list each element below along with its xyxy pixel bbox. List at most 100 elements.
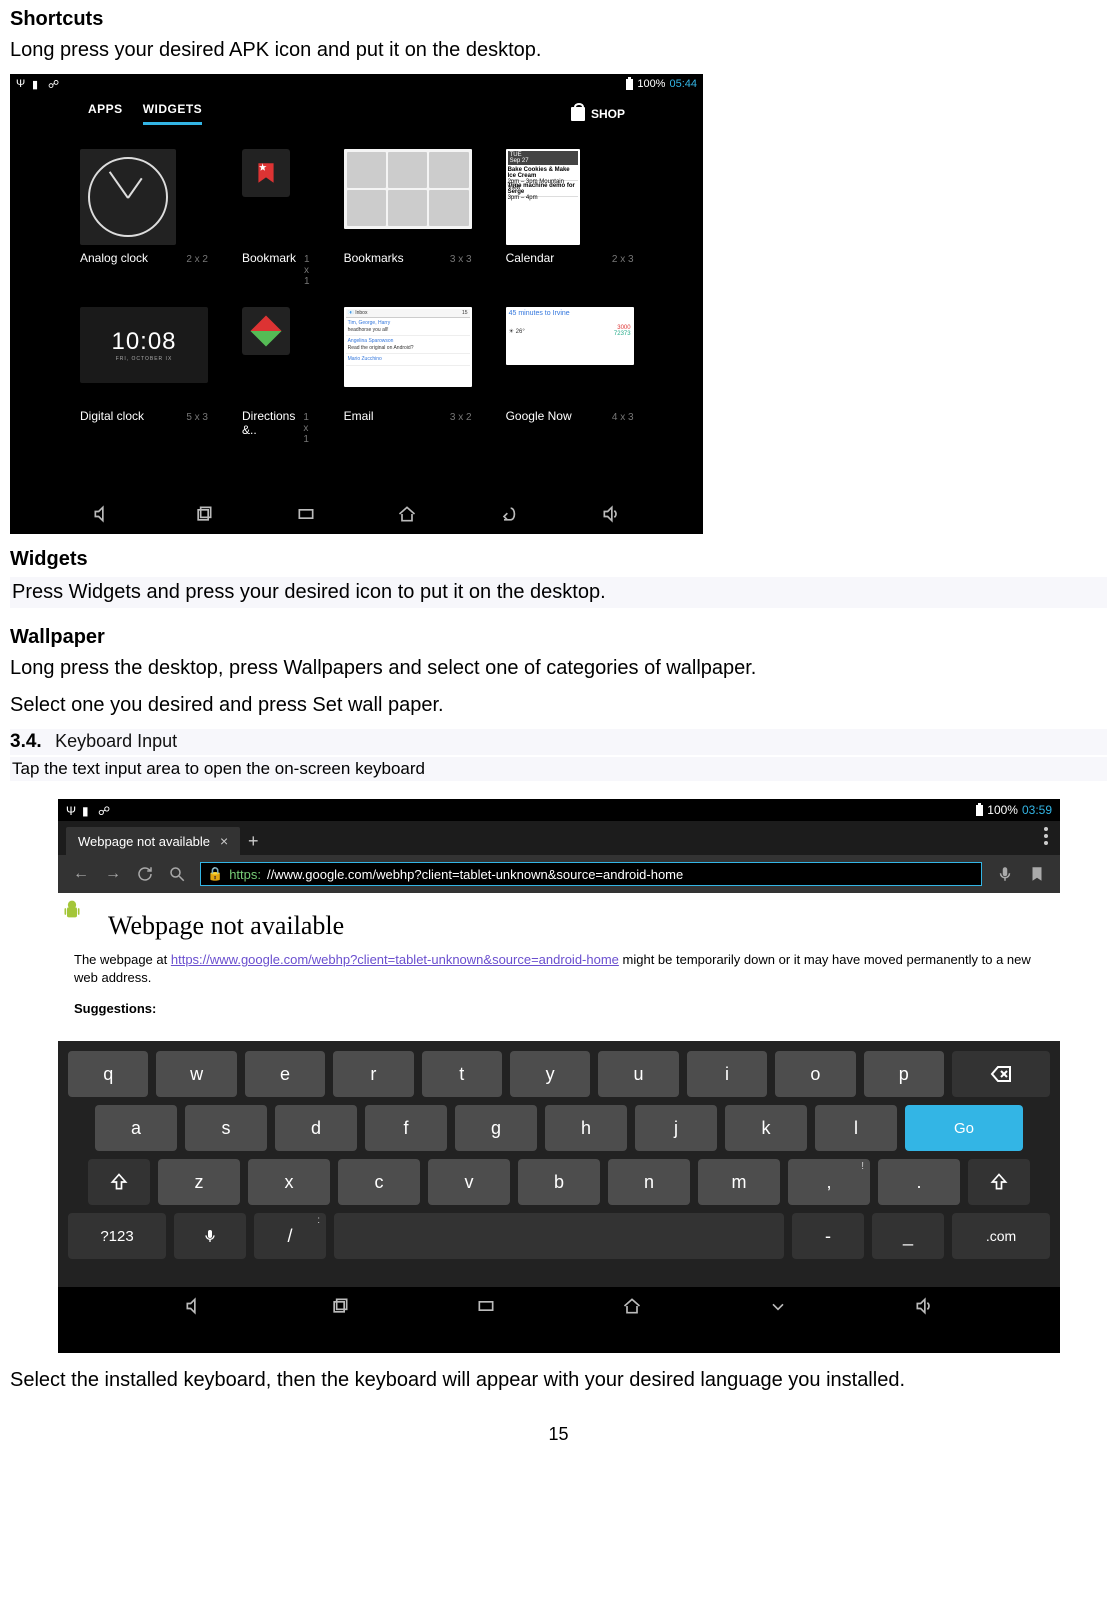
key-x[interactable]: x bbox=[248, 1159, 330, 1205]
hide-keyboard-icon[interactable] bbox=[768, 1296, 788, 1316]
key-go[interactable]: Go bbox=[905, 1105, 1023, 1151]
key-f[interactable]: f bbox=[365, 1105, 447, 1151]
key-mic[interactable] bbox=[174, 1213, 246, 1259]
key-v[interactable]: v bbox=[428, 1159, 510, 1205]
volume-up-icon[interactable] bbox=[914, 1296, 934, 1316]
key-g[interactable]: g bbox=[455, 1105, 537, 1151]
page-number: 15 bbox=[10, 1424, 1107, 1445]
key-w[interactable]: w bbox=[156, 1051, 236, 1097]
key-s[interactable]: s bbox=[185, 1105, 267, 1151]
key-p[interactable]: p bbox=[864, 1051, 944, 1097]
close-tab-icon[interactable]: × bbox=[220, 833, 228, 849]
heading-shortcuts: Shortcuts bbox=[10, 8, 1107, 31]
email-r2-from: Angelina Sparowson bbox=[348, 338, 394, 344]
key-i[interactable]: i bbox=[687, 1051, 767, 1097]
key-b[interactable]: b bbox=[518, 1159, 600, 1205]
key-shift-right[interactable] bbox=[968, 1159, 1030, 1205]
para-shortcuts: Long press your desired APK icon and put… bbox=[10, 37, 1107, 64]
key-symbols[interactable]: ?123 bbox=[68, 1213, 166, 1259]
bookmarks-icon bbox=[344, 149, 472, 229]
key-underscore[interactable]: _ bbox=[872, 1213, 944, 1259]
section-subtext: Tap the text input area to open the on-s… bbox=[10, 757, 1107, 781]
cal-event2-time: 3pm – 4pm bbox=[508, 195, 578, 201]
widget-bookmarks[interactable]: Bookmarks3 x 3 bbox=[344, 149, 472, 287]
section-title: Keyboard Input bbox=[55, 731, 177, 751]
widget-label: Bookmark bbox=[242, 251, 296, 265]
error-link[interactable]: https://www.google.com/webhp?client=tabl… bbox=[171, 952, 619, 967]
new-tab-button[interactable]: + bbox=[240, 827, 266, 855]
key-a[interactable]: a bbox=[95, 1105, 177, 1151]
key-o[interactable]: o bbox=[775, 1051, 855, 1097]
widget-analog-clock[interactable]: Analog clock2 x 2 bbox=[80, 149, 208, 287]
status-time: 05:44 bbox=[669, 78, 697, 90]
heading-wallpaper: Wallpaper bbox=[10, 626, 1107, 649]
widget-bookmark[interactable]: Bookmark1 x 1 bbox=[242, 149, 310, 287]
key-n[interactable]: n bbox=[608, 1159, 690, 1205]
key-period[interactable]: . bbox=[878, 1159, 960, 1205]
screenshot-icon[interactable] bbox=[296, 504, 316, 524]
key-space[interactable] bbox=[334, 1213, 784, 1259]
back-icon[interactable] bbox=[499, 504, 519, 524]
key-j[interactable]: j bbox=[635, 1105, 717, 1151]
volume-up-icon[interactable] bbox=[601, 504, 621, 524]
key-z[interactable]: z bbox=[158, 1159, 240, 1205]
key-t[interactable]: t bbox=[422, 1051, 502, 1097]
key-l[interactable]: l bbox=[815, 1105, 897, 1151]
search-icon[interactable] bbox=[168, 865, 186, 883]
key-e[interactable]: e bbox=[245, 1051, 325, 1097]
key-c[interactable]: c bbox=[338, 1159, 420, 1205]
volume-down-icon[interactable] bbox=[184, 1296, 204, 1316]
widget-directions[interactable]: Directions &..1 x 1 bbox=[242, 307, 310, 445]
tab-widgets[interactable]: WIDGETS bbox=[143, 102, 203, 125]
recents-icon[interactable] bbox=[194, 504, 214, 524]
screenshot-icon[interactable] bbox=[476, 1296, 496, 1316]
sd-icon: ▮ bbox=[32, 78, 44, 90]
overflow-menu-icon[interactable] bbox=[1044, 827, 1048, 845]
key-q[interactable]: q bbox=[68, 1051, 148, 1097]
recents-icon[interactable] bbox=[330, 1296, 350, 1316]
calendar-icon: TUESep 27 Bake Cookies & Make Ice Cream2… bbox=[506, 149, 580, 245]
back-button[interactable]: ← bbox=[72, 865, 90, 883]
key-backspace[interactable] bbox=[952, 1051, 1050, 1097]
page-content: Webpage not available The webpage at htt… bbox=[58, 893, 1060, 1041]
browser-tab[interactable]: Webpage not available × bbox=[66, 827, 240, 855]
analog-clock-icon bbox=[80, 149, 176, 245]
kbd-row1: q w e r t y u i o p bbox=[68, 1051, 1050, 1097]
tab-title: Webpage not available bbox=[78, 834, 210, 849]
screenshot-browser-keyboard: Ψ ▮ ☍ 100% 03:59 Webpage not available ×… bbox=[58, 799, 1060, 1353]
reload-button[interactable] bbox=[136, 865, 154, 883]
key-u[interactable]: u bbox=[598, 1051, 678, 1097]
key-k[interactable]: k bbox=[725, 1105, 807, 1151]
forward-button[interactable]: → bbox=[104, 865, 122, 883]
widget-digital-clock[interactable]: 10:08FRI, OCTOBER IX Digital clock5 x 3 bbox=[80, 307, 208, 445]
key-slash[interactable]: /: bbox=[254, 1213, 326, 1259]
widget-label: Calendar bbox=[506, 251, 555, 265]
home-icon[interactable] bbox=[622, 1296, 642, 1316]
mic-button[interactable] bbox=[996, 865, 1014, 883]
key-m[interactable]: m bbox=[698, 1159, 780, 1205]
key-r[interactable]: r bbox=[333, 1051, 413, 1097]
key-dash[interactable]: - bbox=[792, 1213, 864, 1259]
key-d[interactable]: d bbox=[275, 1105, 357, 1151]
key-shift-left[interactable] bbox=[88, 1159, 150, 1205]
widget-label: Google Now bbox=[506, 409, 572, 423]
on-screen-keyboard: q w e r t y u i o p a s d f g h j k l Go bbox=[58, 1041, 1060, 1287]
key-y[interactable]: y bbox=[510, 1051, 590, 1097]
bookmark-button[interactable] bbox=[1028, 865, 1046, 883]
tab-apps[interactable]: APPS bbox=[88, 102, 123, 125]
shop-button[interactable]: SHOP bbox=[571, 107, 625, 121]
address-bar[interactable]: 🔒 https://www.google.com/webhp?client=ta… bbox=[200, 862, 982, 886]
volume-down-icon[interactable] bbox=[92, 504, 112, 524]
key-com[interactable]: .com bbox=[952, 1213, 1050, 1259]
email-count: 15 bbox=[462, 310, 468, 316]
key-comma[interactable]: ,! bbox=[788, 1159, 870, 1205]
widget-email[interactable]: 📧 Inbox15 Tim, George, Harryheadhorse yo… bbox=[344, 307, 472, 445]
widget-calendar[interactable]: TUESep 27 Bake Cookies & Make Ice Cream2… bbox=[506, 149, 634, 287]
widget-google-now[interactable]: 45 minutes to Irvine ☀ 26° 300072373 Goo… bbox=[506, 307, 634, 445]
key-h[interactable]: h bbox=[545, 1105, 627, 1151]
home-icon[interactable] bbox=[397, 504, 417, 524]
error-pre: The webpage at bbox=[74, 952, 171, 967]
dclock-time: 10:08 bbox=[111, 328, 176, 356]
status-bar: Ψ ▮ ☍ 100% 05:44 bbox=[10, 74, 703, 94]
suggestions-label: Suggestions: bbox=[74, 1001, 1046, 1016]
